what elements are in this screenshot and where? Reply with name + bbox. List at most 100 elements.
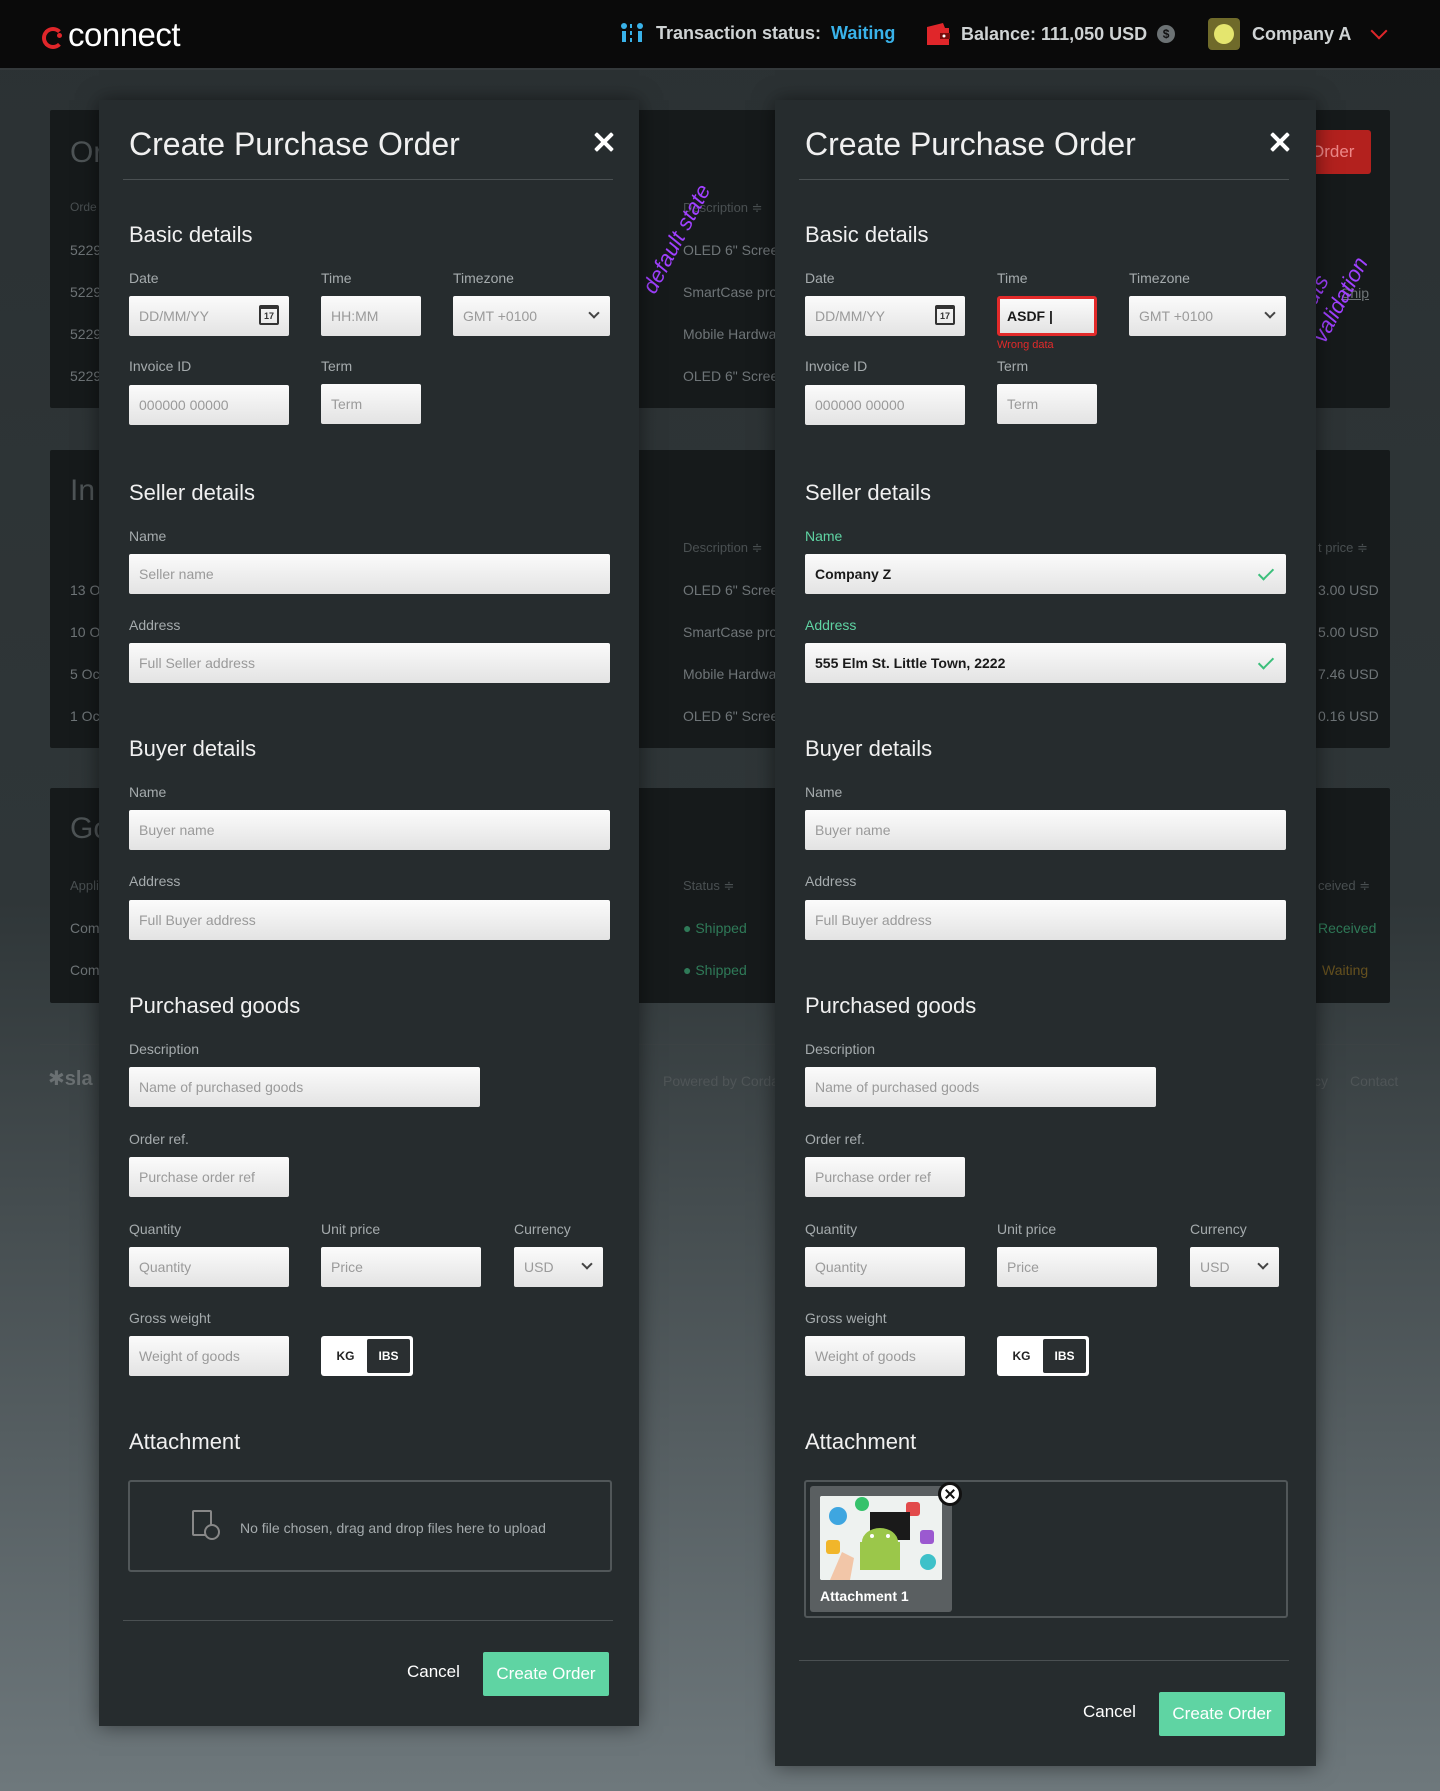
invoice-desc: Mobile Hardwa — [683, 666, 777, 682]
logo[interactable]: connect — [40, 16, 181, 54]
invoice-id-field[interactable]: 000000 00000 — [805, 385, 965, 425]
description-field[interactable]: Name of purchased goods — [129, 1067, 480, 1107]
logo-text: connect — [68, 16, 181, 53]
term-field[interactable]: Term — [321, 384, 421, 424]
transaction-status[interactable]: Transaction status: Waiting — [620, 22, 895, 44]
android-apps-image — [820, 1496, 942, 1580]
divider — [799, 1660, 1289, 1661]
seller-name-label: Name — [805, 528, 843, 544]
invoice-date: 13 O — [70, 582, 101, 598]
create-order-button[interactable]: Create Order — [1159, 1692, 1285, 1736]
seller-address-label: Address — [129, 617, 181, 633]
term-field[interactable]: Term — [997, 384, 1097, 424]
transaction-status-label: Transaction status: — [656, 22, 822, 43]
timezone-select[interactable]: GMT +0100 — [1129, 296, 1286, 336]
top-bar: connect Transaction status: Waiting Bala… — [0, 0, 1440, 70]
create-order-modal-default: Create Purchase Order Basic details Date… — [99, 100, 639, 1726]
modal-title: Create Purchase Order — [805, 126, 1136, 162]
calendar-icon[interactable]: 17 — [259, 305, 279, 325]
modal-title: Create Purchase Order — [129, 126, 460, 162]
time-label: Time — [321, 270, 352, 286]
currency-select[interactable]: USD — [1190, 1247, 1279, 1287]
description-label: Description — [129, 1041, 200, 1057]
powered-by: Powered by Corda — [663, 1073, 779, 1089]
file-drop-zone[interactable]: Attachment 1 — [804, 1480, 1288, 1618]
unit-price-field[interactable]: Price — [321, 1247, 481, 1287]
divider — [799, 179, 1289, 180]
unit-price-field[interactable]: Price — [997, 1247, 1157, 1287]
time-error-message: Wrong data — [997, 339, 1054, 351]
footer-link[interactable]: cy — [1314, 1073, 1328, 1089]
quantity-field[interactable]: Quantity — [129, 1247, 289, 1287]
buyer-name-field[interactable]: Buyer name — [129, 810, 610, 850]
section-attachment: Attachment — [129, 1429, 241, 1454]
calendar-icon[interactable]: 17 — [935, 305, 955, 325]
gross-weight-field[interactable]: Weight of goods — [805, 1336, 965, 1376]
invoice-id-field[interactable]: 000000 00000 — [129, 385, 289, 425]
buyer-address-field[interactable]: Full Buyer address — [805, 900, 1286, 940]
buyer-name-field[interactable]: Buyer name — [805, 810, 1286, 850]
currency-label: Currency — [1190, 1221, 1247, 1237]
cancel-button[interactable]: Cancel — [1083, 1702, 1136, 1722]
weight-unit-toggle[interactable]: KG IBS — [997, 1336, 1089, 1376]
close-icon[interactable] — [592, 130, 616, 154]
close-icon[interactable] — [1268, 130, 1292, 154]
upload-file-icon — [192, 1510, 220, 1540]
seller-address-field[interactable]: Full Seller address — [129, 643, 610, 683]
create-order-button[interactable]: Create Order — [483, 1652, 609, 1696]
invoice-price: 7.46 USD — [1318, 666, 1379, 682]
file-drop-zone[interactable]: No file chosen, drag and drop files here… — [128, 1480, 612, 1572]
gear-icon: ✱ — [48, 1068, 65, 1090]
buyer-address-field[interactable]: Full Buyer address — [129, 900, 610, 940]
section-buyer-details: Buyer details — [805, 736, 933, 761]
invoice-desc: OLED 6" Scree — [683, 708, 779, 724]
description-field[interactable]: Name of purchased goods — [805, 1067, 1156, 1107]
status-badge: ● Shipped — [683, 920, 747, 936]
order-ref-label: Order ref. — [805, 1131, 865, 1147]
unit-kg[interactable]: KG — [324, 1339, 367, 1373]
unit-kg[interactable]: KG — [1000, 1339, 1043, 1373]
section-buyer-details: Buyer details — [129, 736, 257, 761]
timezone-label: Timezone — [453, 270, 514, 286]
seller-address-field[interactable]: 555 Elm St. Little Town, 2222 — [805, 643, 1286, 683]
section-basic-details: Basic details — [805, 222, 929, 247]
order-ref-field[interactable]: Purchase order ref — [805, 1157, 965, 1197]
seller-address-label: Address — [805, 617, 857, 633]
term-label: Term — [321, 358, 353, 374]
weight-unit-toggle[interactable]: KG IBS — [321, 1336, 413, 1376]
invoice-price: 0.16 USD — [1318, 708, 1379, 724]
date-field[interactable]: DD/MM/YY 17 — [805, 296, 965, 336]
gross-weight-label: Gross weight — [129, 1310, 211, 1326]
time-label: Time — [997, 270, 1028, 286]
time-field[interactable]: ASDF | — [997, 296, 1097, 336]
avatar — [1208, 18, 1240, 50]
unit-ibs[interactable]: IBS — [1043, 1339, 1086, 1373]
unit-ibs[interactable]: IBS — [367, 1339, 410, 1373]
gross-weight-field[interactable]: Weight of goods — [129, 1336, 289, 1376]
attachment-thumbnail[interactable]: Attachment 1 — [810, 1482, 962, 1612]
chevron-down-icon[interactable] — [1370, 22, 1388, 40]
wallet-icon — [927, 23, 950, 45]
footer-logo: ✱sla — [48, 1068, 93, 1090]
applicant-head: Appli — [70, 878, 99, 893]
timezone-select[interactable]: GMT +0100 — [453, 296, 610, 336]
currency-select[interactable]: USD — [514, 1247, 603, 1287]
remove-attachment-icon[interactable] — [938, 1482, 962, 1506]
description-label: Description — [805, 1041, 876, 1057]
company-selector[interactable]: Company A — [1208, 18, 1388, 50]
cancel-button[interactable]: Cancel — [407, 1662, 460, 1682]
time-field[interactable]: HH:MM — [321, 296, 421, 336]
date-field[interactable]: DD/MM/YY 17 — [129, 296, 289, 336]
unit-price-label: Unit price — [997, 1221, 1057, 1237]
order-col-head: Orde — [70, 200, 97, 214]
invoice-id-label: Invoice ID — [129, 358, 192, 374]
order-ref-field[interactable]: Purchase order ref — [129, 1157, 289, 1197]
contact-link[interactable]: Contact — [1350, 1073, 1398, 1089]
quantity-field[interactable]: Quantity — [805, 1247, 965, 1287]
status-badge: ● Shipped — [683, 962, 747, 978]
seller-name-field[interactable]: Company Z — [805, 554, 1286, 594]
unit-price-label: Unit price — [321, 1221, 381, 1237]
order-desc: OLED 6" Scree — [683, 242, 779, 258]
seller-name-field[interactable]: Seller name — [129, 554, 610, 594]
invoice-date: 1 Oc — [70, 708, 100, 724]
